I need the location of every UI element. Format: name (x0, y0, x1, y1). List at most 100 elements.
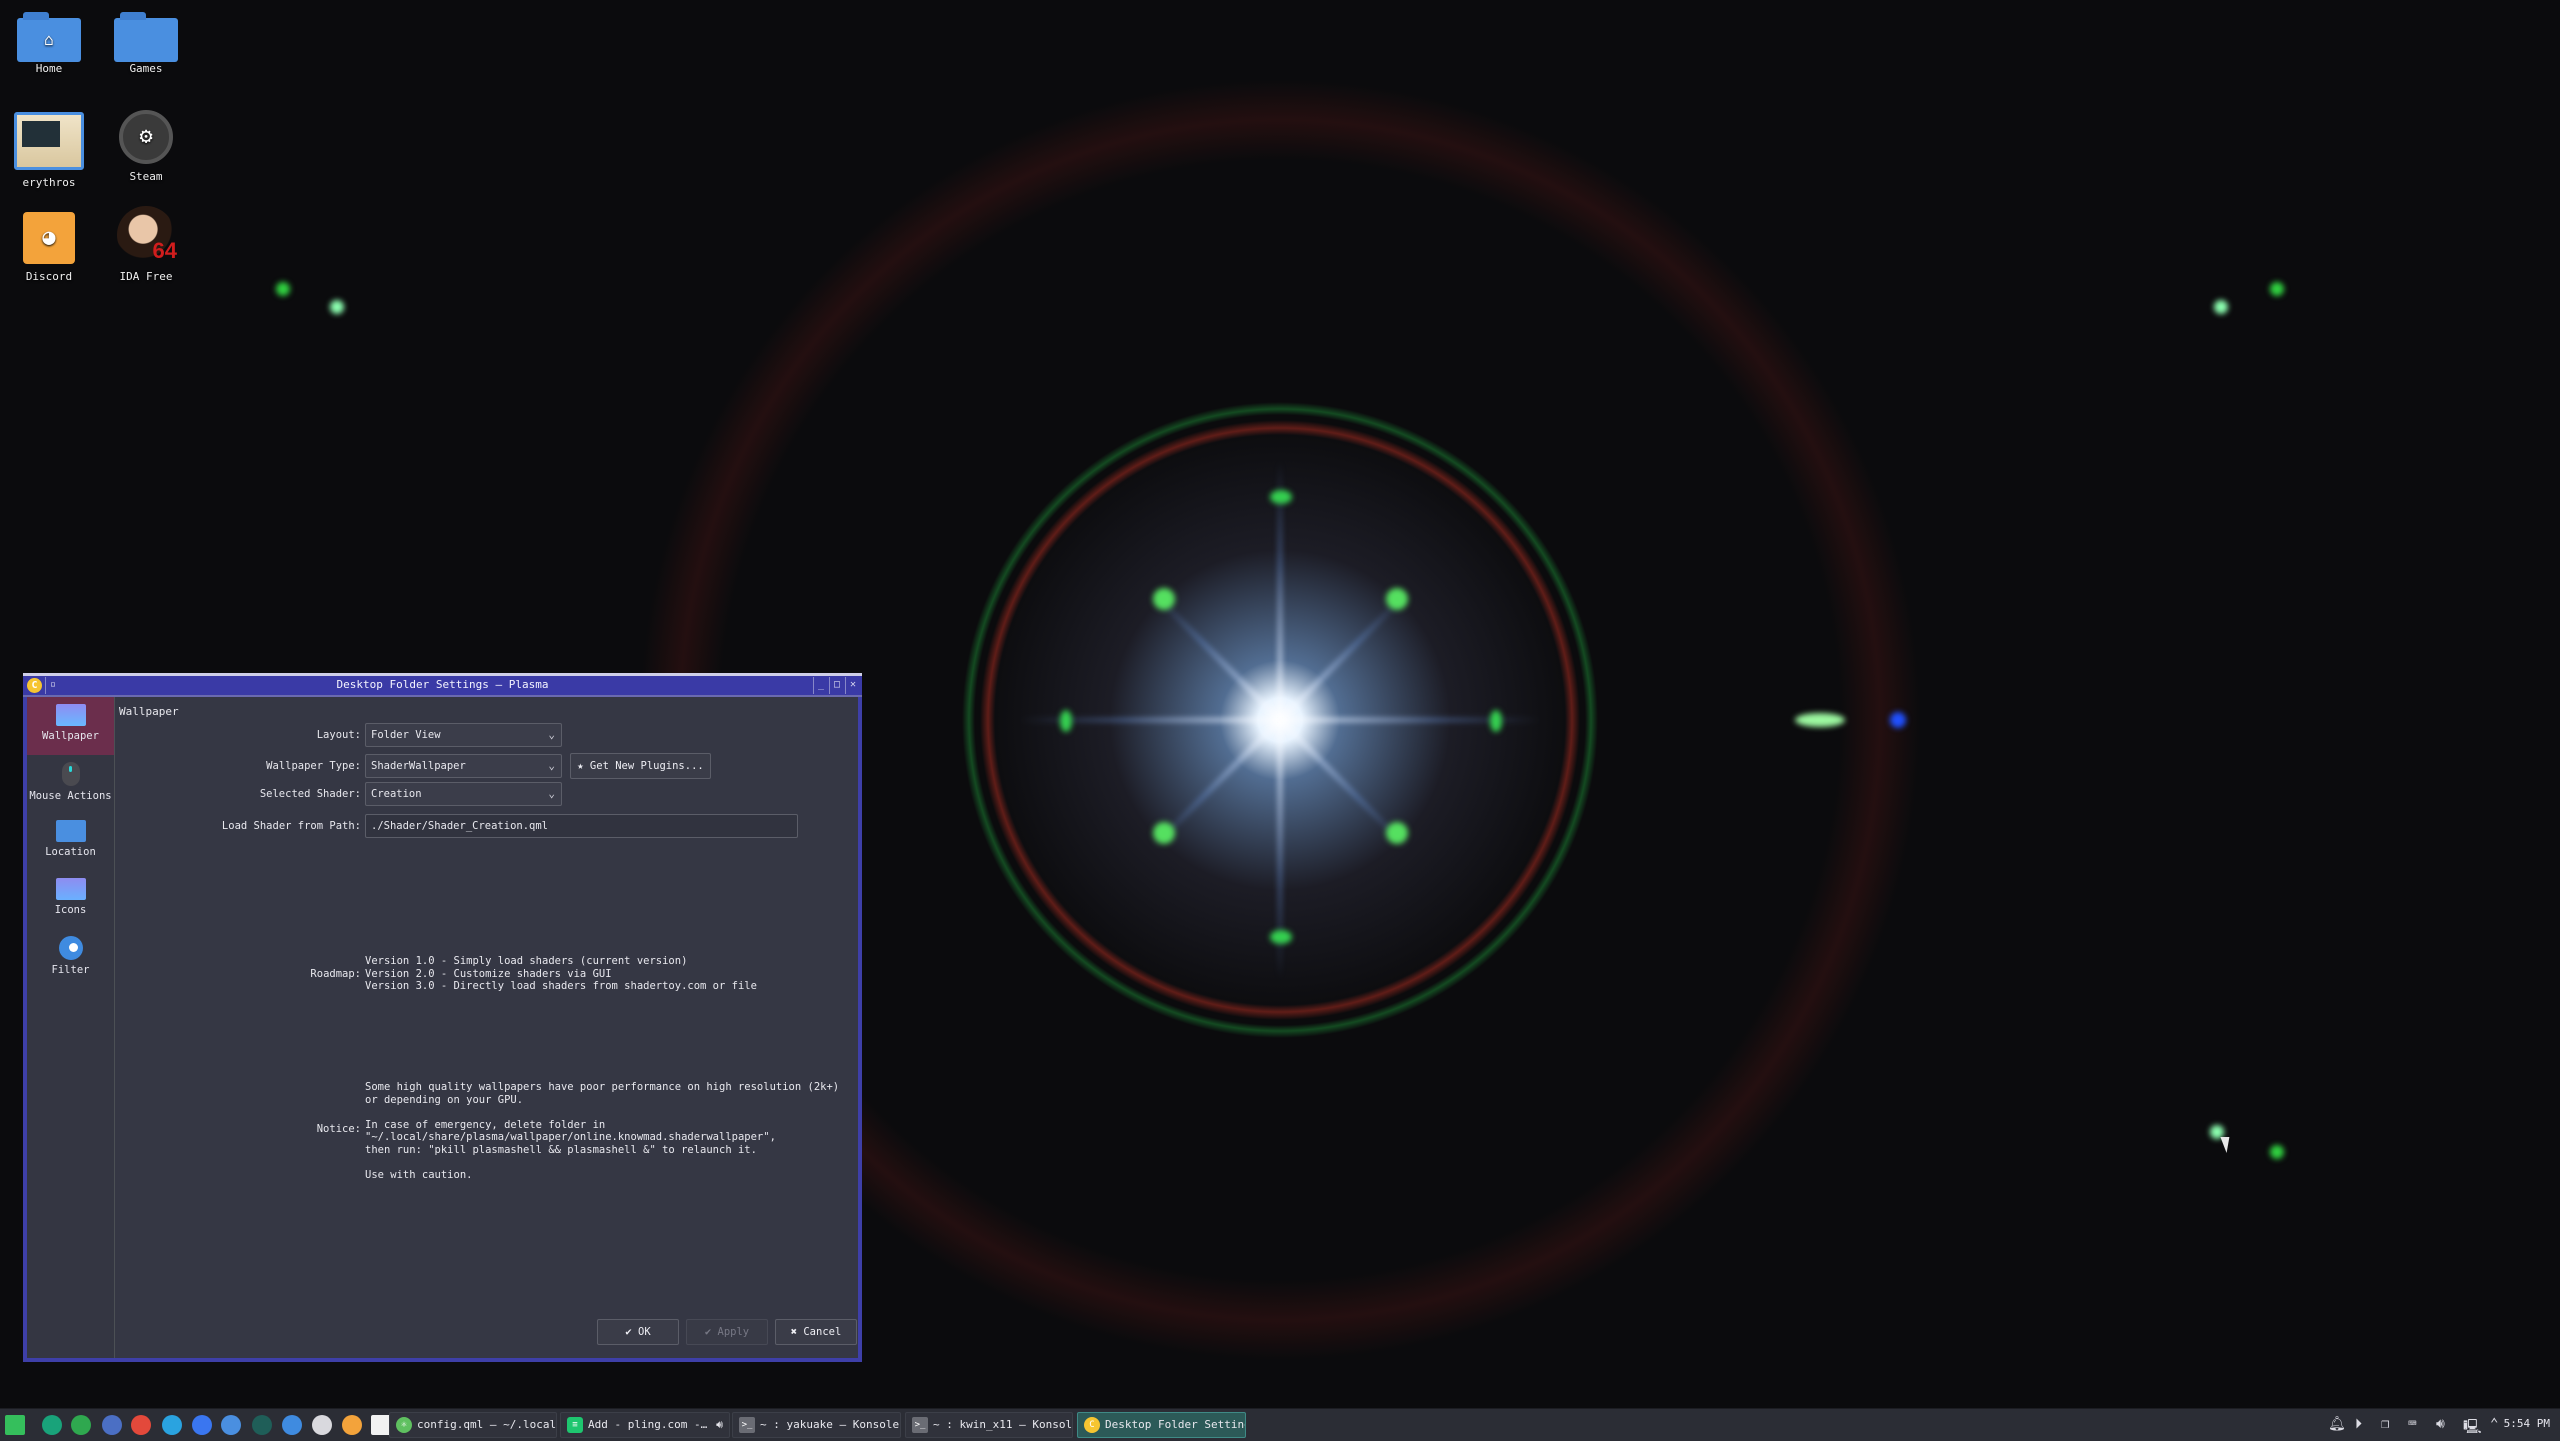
wallpaper-glow (1890, 712, 1906, 728)
audio-playing-icon[interactable]: 🔊︎ (716, 1413, 723, 1437)
wallpaper-glow (1386, 822, 1408, 844)
folder-thumbnail-icon (14, 112, 84, 170)
window-title: Desktop Folder Settings — Plasma (336, 678, 549, 691)
thunderbird-icon[interactable] (102, 1415, 122, 1435)
spotify-icon[interactable] (71, 1415, 91, 1435)
sidebar-item-label: Icons (54, 904, 87, 916)
desktop-icon-erythros[interactable]: erythros (4, 112, 94, 189)
gitkraken-icon[interactable] (252, 1415, 272, 1435)
sidebar-item-mouse-actions[interactable]: Mouse Actions (27, 755, 114, 813)
layout-value: Folder View (371, 729, 441, 741)
volume-icon[interactable]: 🔊︎ (2436, 1416, 2445, 1432)
task-kwin-konsole[interactable]: >_ ~ : kwin_x11 — Konsole (905, 1412, 1073, 1438)
unity-icon[interactable] (371, 1415, 391, 1435)
chevron-down-icon: ⌄ (548, 728, 555, 741)
wallpaper-glow (276, 282, 290, 296)
cancel-x-icon: ✖ (790, 1326, 804, 1338)
task-label: ~ : yakuake — Konsole (760, 1418, 900, 1431)
chevron-down-icon: ⌄ (548, 759, 555, 772)
telegram-icon[interactable] (162, 1415, 182, 1435)
signal-icon[interactable] (192, 1415, 212, 1435)
wallpaper-glow (1060, 710, 1072, 732)
task-yakuake-konsole[interactable]: >_ ~ : yakuake — Konsole (732, 1412, 901, 1438)
desktop-icon-home[interactable]: ⌂ Home (4, 12, 94, 75)
section-title: Wallpaper (119, 705, 179, 718)
desktop-icon-discord[interactable]: ◕ Discord (4, 212, 94, 283)
wallpaper-glow (2214, 300, 2228, 314)
sidebar-item-icons[interactable]: Icons (27, 871, 114, 929)
wallpaper-glow (1490, 710, 1502, 732)
slack-icon[interactable] (312, 1415, 332, 1435)
network-icon[interactable]: 🖳 (2463, 1416, 2482, 1440)
sidebar-item-location[interactable]: Location (27, 813, 114, 871)
paper-plane-app-icon[interactable] (42, 1415, 62, 1435)
steam-icon: ⚙ (119, 110, 173, 164)
pling-icon: ≡ (567, 1417, 583, 1433)
desktop-icon-steam[interactable]: ⚙ Steam (101, 110, 191, 183)
mouse-icon (61, 762, 80, 786)
task-label: ~ : kwin_x11 — Konsole (933, 1418, 1073, 1431)
toggle-app-icon[interactable] (282, 1415, 302, 1435)
desktop-folder-settings-dialog: C ▫ Desktop Folder Settings — Plasma _ □… (23, 673, 862, 1362)
sidebar-item-filter[interactable]: Filter (27, 929, 114, 987)
settings-sidebar: Wallpaper Mouse Actions Location Icons F… (27, 697, 115, 1358)
desktop-icon-label: Steam (129, 170, 163, 183)
notice-label: Notice: (316, 1123, 361, 1135)
notice-text: Some high quality wallpapers have poor p… (365, 1081, 840, 1181)
shader-path-label: Load Shader from Path: (221, 820, 361, 832)
sidebar-item-label: Mouse Actions (29, 790, 112, 802)
get-new-plugins-button[interactable]: ★ Get New Plugins... (570, 753, 711, 779)
wallpaper-glow (1795, 713, 1845, 727)
task-config-qml[interactable]: ⚛ config.qml — ~/.local/… (389, 1412, 557, 1438)
shader-path-input[interactable]: ./Shader/Shader_Creation.qml (365, 814, 798, 838)
wallpaper-type-value: ShaderWallpaper (371, 760, 466, 772)
cancel-button[interactable]: ✖ Cancel (775, 1319, 857, 1345)
icons-icon (55, 878, 86, 900)
task-label: Add - pling.com -… (588, 1418, 708, 1431)
desktop-icon-ida-free[interactable]: 64 IDA Free (101, 206, 191, 283)
discord-icon: ◕ (23, 212, 75, 264)
layout-select[interactable]: Folder View ⌄ (365, 723, 562, 747)
wallpaper-type-label: Wallpaper Type: (266, 760, 361, 772)
clock[interactable]: 5:54 PM (2504, 1417, 2550, 1430)
task-label: Desktop Folder Setting… (1105, 1418, 1246, 1431)
ok-button[interactable]: ✔ OK (597, 1319, 679, 1345)
home-folder-icon: ⌂ (17, 12, 81, 62)
discord-icon[interactable] (342, 1415, 362, 1435)
task-pling[interactable]: ≡ Add - pling.com -… 🔊︎ (560, 1412, 730, 1438)
media-player-icon[interactable]: ⏵ (2355, 1416, 2362, 1432)
desktop-icon-games[interactable]: Games (101, 12, 191, 75)
wallpaper-glow (1153, 822, 1175, 844)
maximize-button[interactable]: □ (829, 677, 844, 694)
wallpaper-glow (330, 300, 344, 314)
plasma-settings-icon: C (1084, 1417, 1100, 1433)
sidebar-item-label: Location (45, 846, 96, 858)
keyboard-icon[interactable]: ⌨ (2408, 1416, 2416, 1432)
expand-tray-icon[interactable]: ⌃ (2490, 1416, 2498, 1432)
star-icon: ★ (577, 760, 590, 772)
manjaro-menu-icon[interactable] (5, 1415, 25, 1435)
wallpaper-ray (1151, 591, 1282, 722)
clipboard-icon[interactable]: ❐ (2381, 1416, 2389, 1432)
settings-content: Wallpaper Layout: Folder View ⌄ Wallpape… (115, 697, 858, 1358)
chrome-icon[interactable] (131, 1415, 151, 1435)
wallpaper-type-select[interactable]: ShaderWallpaper ⌄ (365, 754, 562, 778)
wallpaper-glow (1270, 490, 1292, 504)
ida-free-icon: 64 (117, 206, 177, 264)
selected-shader-select[interactable]: Creation ⌄ (365, 782, 562, 806)
folder-icon (55, 820, 86, 842)
wallpaper-glow (2270, 282, 2284, 296)
file-manager-icon[interactable] (221, 1415, 241, 1435)
desktop-icon-label: IDA Free (119, 270, 173, 283)
folder-icon (114, 12, 178, 62)
task-desktop-folder-settings[interactable]: C Desktop Folder Setting… (1077, 1412, 1246, 1438)
sidebar-item-label: Filter (51, 964, 90, 976)
close-button[interactable]: ✕ (845, 677, 860, 694)
title-bar[interactable]: C ▫ Desktop Folder Settings — Plasma _ □… (23, 673, 862, 697)
layout-label: Layout: (316, 729, 361, 741)
notifications-icon[interactable]: 🔔︎ (2328, 1416, 2346, 1432)
minimize-button[interactable]: _ (813, 677, 828, 694)
apply-button[interactable]: ✔ Apply (686, 1319, 768, 1345)
sidebar-item-wallpaper[interactable]: Wallpaper (27, 697, 114, 755)
ok-label: OK (638, 1326, 651, 1338)
